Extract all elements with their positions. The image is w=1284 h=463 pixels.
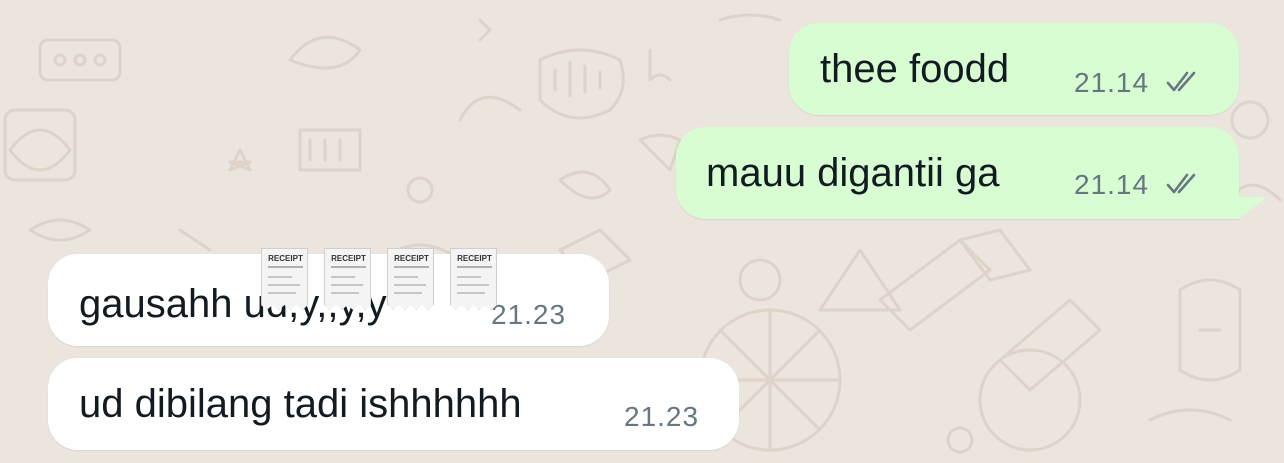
- outgoing-message-bubble[interactable]: thee foodd 21.14: [789, 23, 1239, 115]
- outgoing-message-bubble[interactable]: mauu digantii ga 21.14: [676, 127, 1239, 219]
- svg-text:RECEIPT: RECEIPT: [394, 254, 429, 263]
- receipt-emoji: RECEIPT: [324, 248, 371, 310]
- message-text: thee foodd: [820, 47, 1010, 91]
- svg-text:RECEIPT: RECEIPT: [331, 254, 366, 263]
- receipt-emoji: RECEIPT: [261, 248, 308, 310]
- double-check-icon: [1166, 71, 1196, 92]
- message-time: 21.23: [491, 299, 567, 330]
- message-time: 21.23: [624, 401, 700, 432]
- double-check-icon: [1166, 173, 1196, 194]
- receipt-emoji: RECEIPT: [450, 248, 497, 310]
- bubble-tail: [1239, 197, 1267, 219]
- message-text: ud dibilang tadi ishhhhhh: [79, 382, 522, 426]
- receipt-emoji: RECEIPT: [387, 248, 434, 310]
- incoming-message-bubble[interactable]: ud dibilang tadi ishhhhhh 21.23: [48, 358, 739, 450]
- svg-text:RECEIPT: RECEIPT: [457, 254, 492, 263]
- receipt-emoji-group: RECEIPT RECEIPT RECEIPT RECEIPT: [261, 248, 497, 310]
- svg-text:RECEIPT: RECEIPT: [268, 254, 303, 263]
- message-text: mauu digantii ga: [706, 151, 1000, 195]
- message-time: 21.14: [1074, 169, 1150, 200]
- message-time: 21.14: [1074, 67, 1150, 98]
